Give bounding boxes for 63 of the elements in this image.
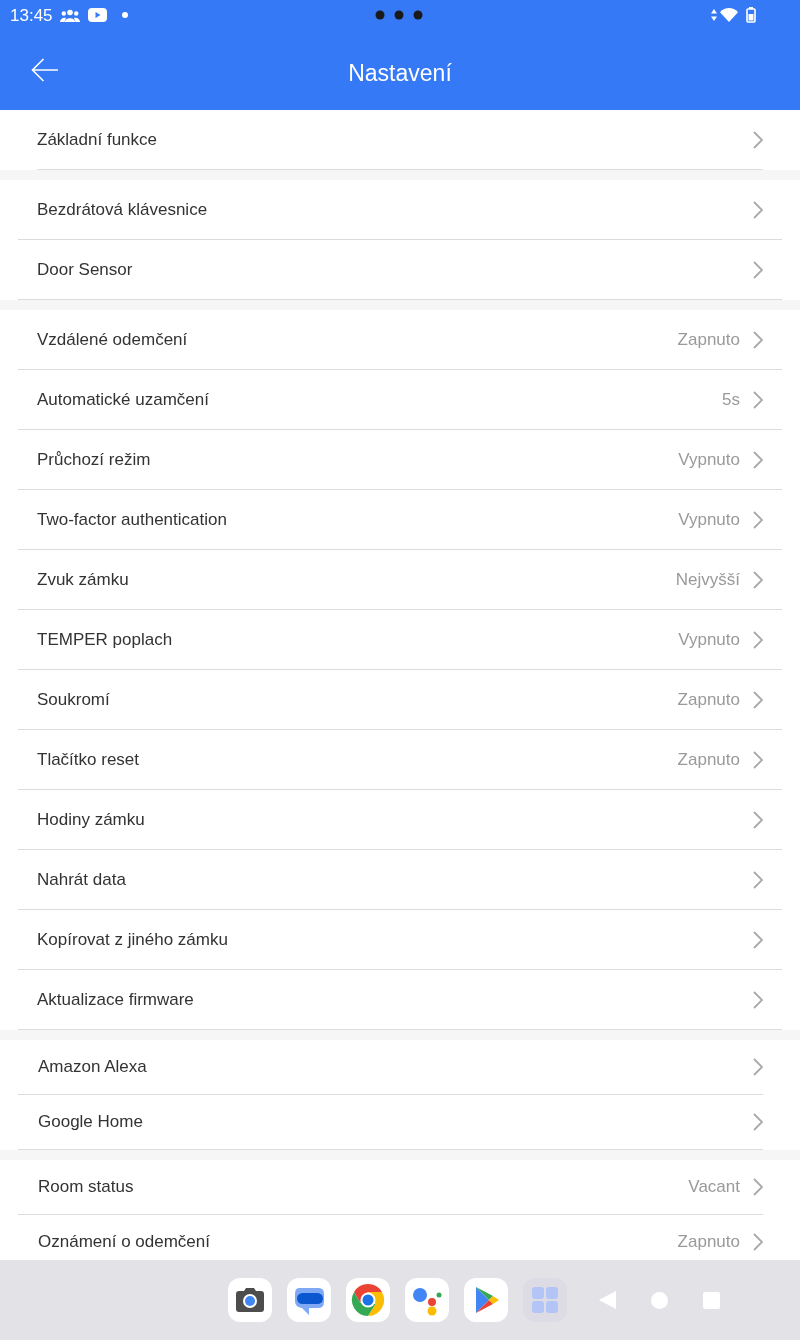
chevron-right-icon — [753, 1058, 763, 1076]
assistant-dots-app-icon[interactable] — [405, 1278, 449, 1322]
battery-icon — [746, 7, 756, 23]
row-label: Two-factor authentication — [37, 508, 227, 531]
row-value: Vacant — [688, 1176, 740, 1199]
row-label: Hodiny zámku — [37, 808, 145, 831]
row-value: Zapnuto — [677, 328, 740, 351]
chevron-right-icon — [753, 990, 763, 1009]
chevron-right-icon — [753, 510, 763, 529]
dot-icon — [121, 12, 128, 18]
back-arrow-icon[interactable] — [31, 58, 59, 82]
chevron-right-icon — [753, 870, 763, 889]
chevron-right-icon — [753, 1113, 763, 1131]
row-value: Vypnuto — [678, 628, 740, 651]
row-label: Automatické uzamčení — [37, 388, 209, 411]
people-icon — [59, 8, 80, 22]
row-label: Kopírovat z jiného zámku — [37, 928, 228, 951]
chevron-right-icon — [753, 1233, 763, 1251]
row-label: Soukromí — [37, 688, 110, 711]
row-value: Zapnuto — [677, 1231, 740, 1254]
row-value: 5s — [722, 388, 740, 411]
row-label: Room status — [38, 1176, 134, 1199]
chevron-right-icon — [753, 570, 763, 589]
chevron-right-icon — [753, 630, 763, 649]
row-label: Bezdrátová klávesnice — [37, 198, 208, 221]
row-label: Zvuk zámku — [37, 568, 129, 591]
chevron-right-icon — [753, 130, 763, 149]
row-value: Nejvyšší — [675, 568, 740, 591]
row-label: Amazon Alexa — [38, 1056, 147, 1079]
row-label: Základní funkce — [37, 128, 157, 151]
page-title: Nastavení — [348, 59, 452, 88]
chevron-right-icon — [753, 260, 763, 279]
data-arrows-icon — [711, 9, 717, 21]
row-value: Vypnuto — [678, 448, 740, 471]
video-play-icon — [87, 8, 107, 22]
row-label: Door Sensor — [37, 258, 133, 281]
chevron-right-icon — [753, 200, 763, 219]
play-triangle-app-icon[interactable] — [464, 1278, 508, 1322]
chevron-right-icon — [753, 810, 763, 829]
chevron-right-icon — [753, 750, 763, 769]
chat-bubble-app-icon[interactable] — [287, 1278, 331, 1322]
chevron-right-icon — [753, 1178, 763, 1196]
row-label: Nahrát data — [37, 868, 126, 891]
chevron-right-icon — [753, 450, 763, 469]
row-label: Tlačítko reset — [37, 748, 140, 771]
row-value: Vypnuto — [678, 508, 740, 531]
row-value: Zapnuto — [677, 688, 740, 711]
status-time: 13:45 — [10, 6, 53, 24]
three-dots-icon — [375, 10, 423, 20]
row-value: Zapnuto — [677, 748, 740, 771]
camera-app-icon[interactable] — [228, 1278, 272, 1322]
row-label: TEMPER poplach — [37, 628, 173, 651]
row-label: Aktualizace firmware — [37, 988, 194, 1011]
row-label: Průchozí režim — [37, 448, 151, 471]
row-label: Google Home — [38, 1111, 143, 1134]
chevron-right-icon — [753, 330, 763, 349]
browser-app-icon[interactable] — [346, 1278, 390, 1322]
wifi-icon — [720, 8, 738, 22]
chevron-right-icon — [753, 390, 763, 409]
chevron-right-icon — [753, 690, 763, 709]
chevron-right-icon — [753, 930, 763, 949]
row-label: Vzdálené odemčení — [37, 328, 188, 351]
row-label: Oznámení o odemčení — [38, 1231, 210, 1254]
